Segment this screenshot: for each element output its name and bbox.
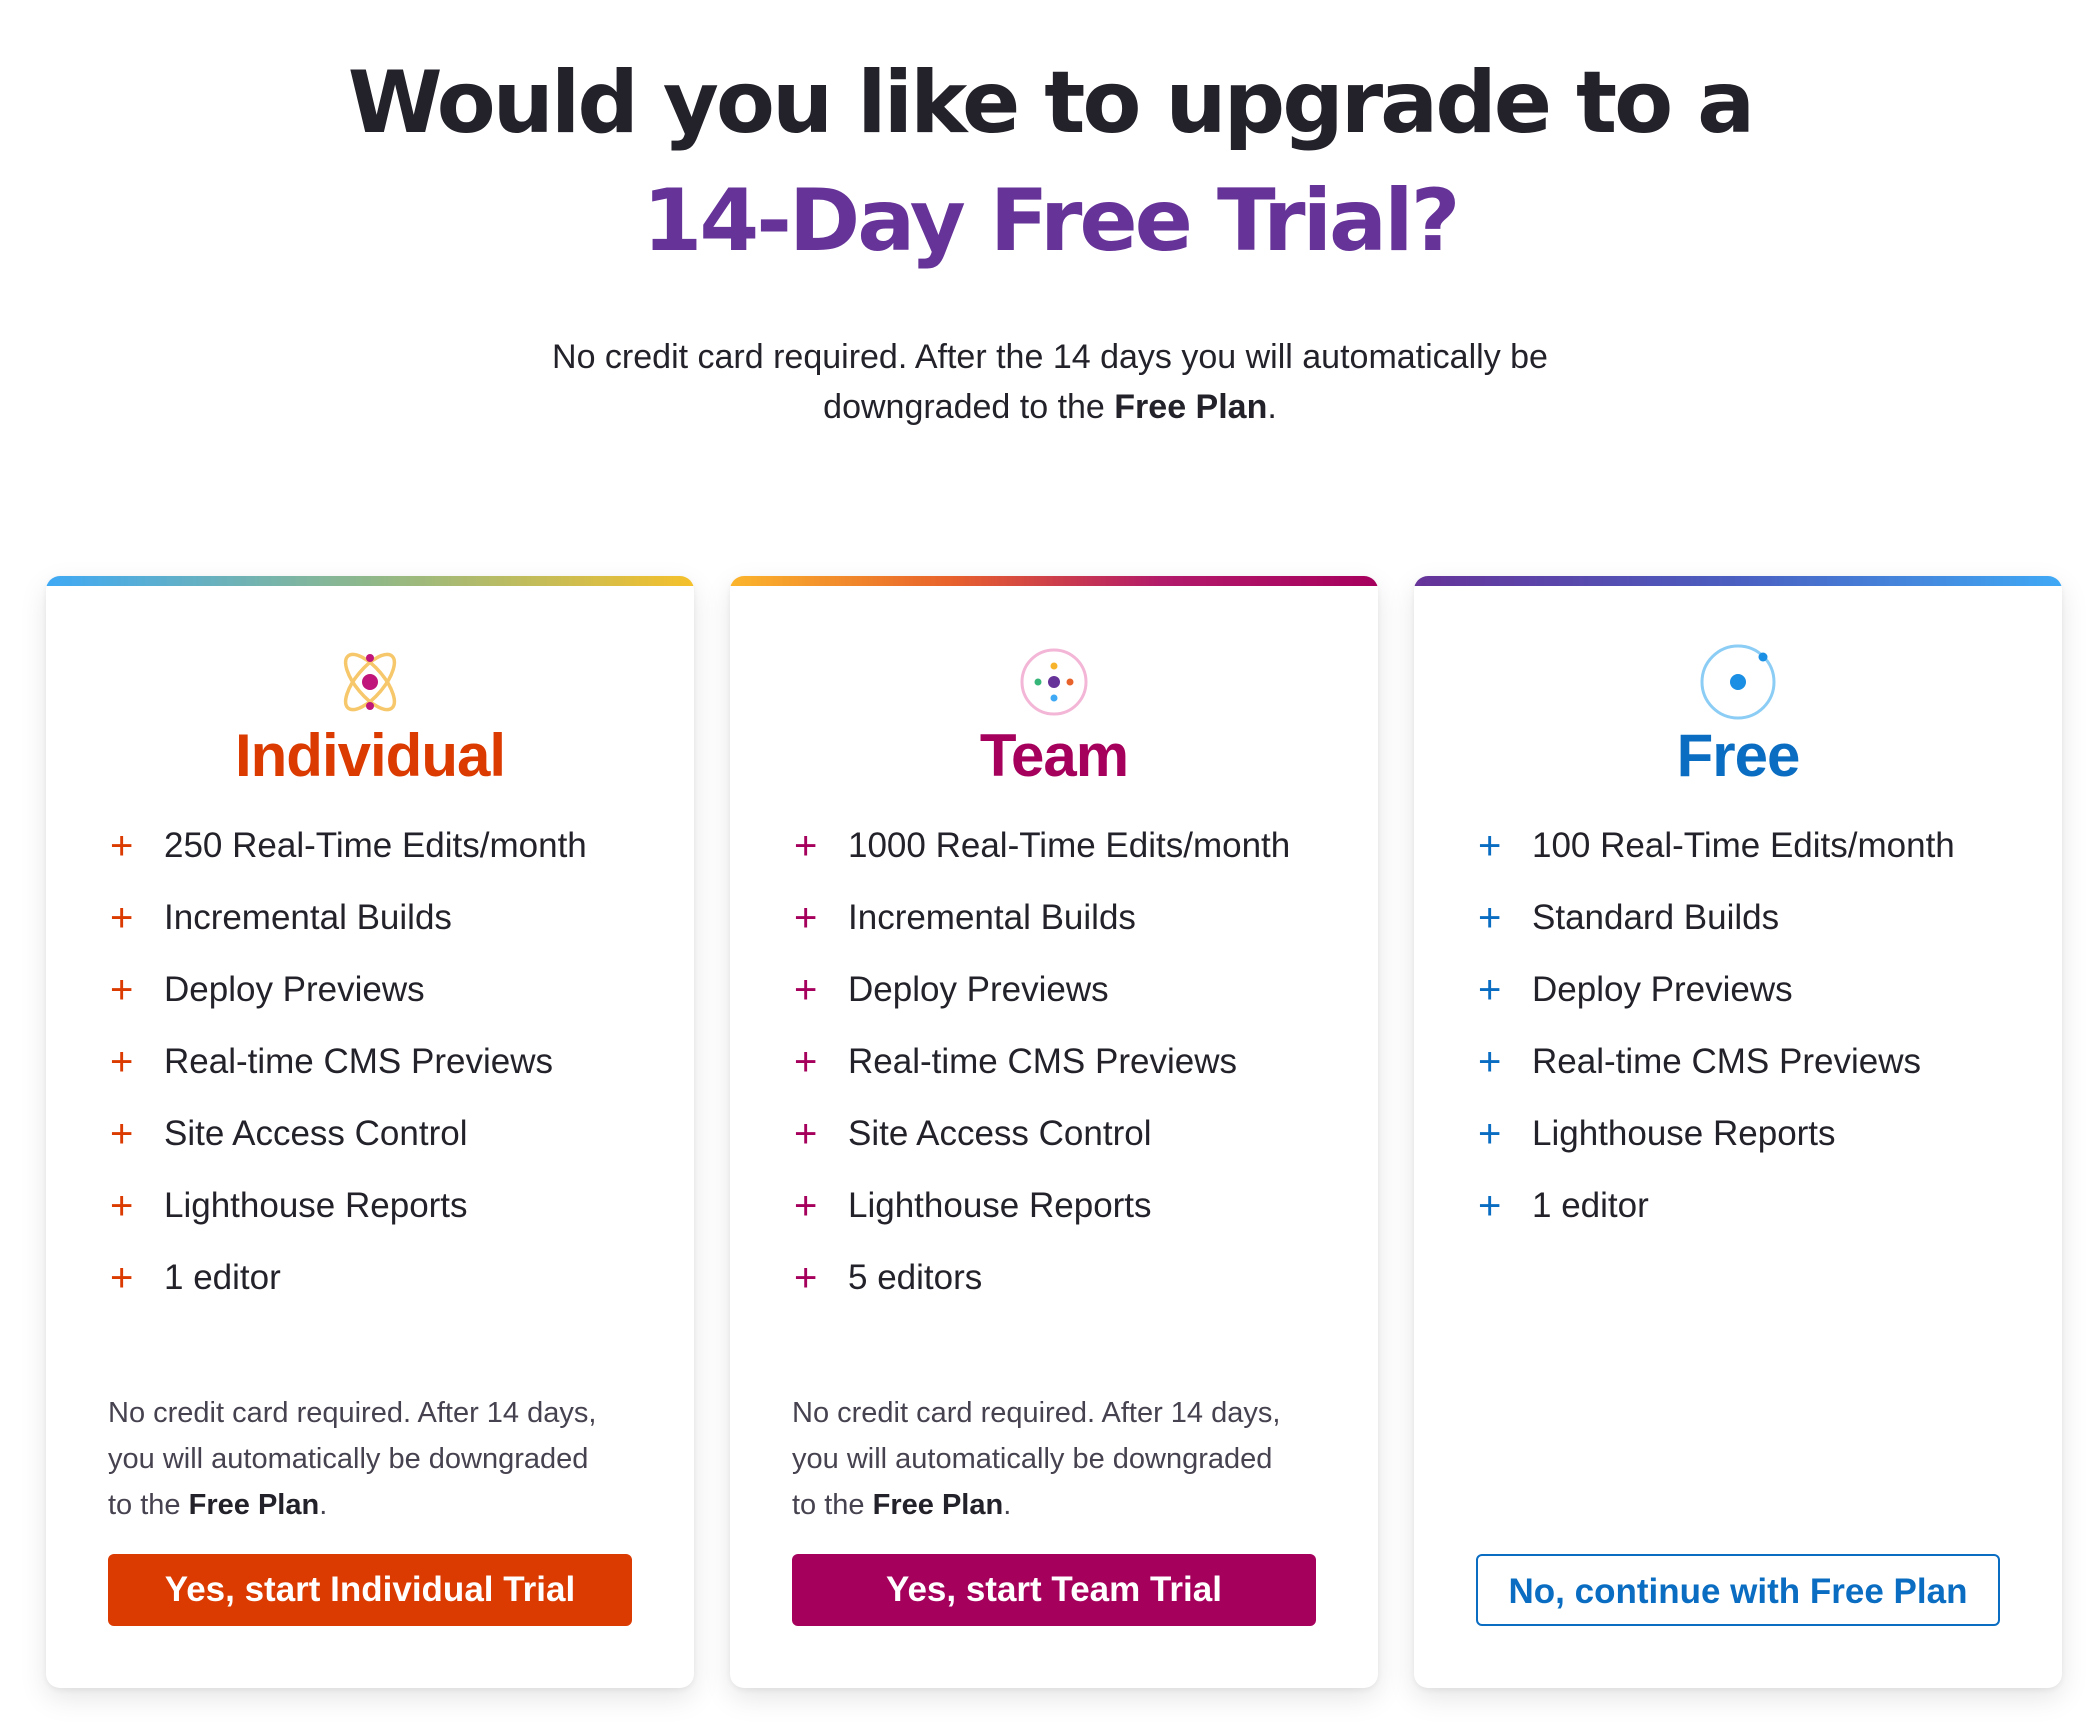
list-item: +1 editor bbox=[1478, 1170, 1955, 1242]
plus-icon: + bbox=[794, 1184, 818, 1228]
list-item: + Deploy Previews bbox=[110, 954, 587, 1026]
plan-card-individual: Individual +250 Real-Time Edits/month + I… bbox=[46, 576, 694, 1688]
trial-note-free-plan: Free Plan bbox=[188, 1489, 320, 1521]
list-item: +5 editors bbox=[794, 1242, 1290, 1314]
start-individual-trial-button[interactable]: Yes, start Individual Trial bbox=[108, 1554, 632, 1626]
subtitle-line2-text: downgraded to the bbox=[823, 388, 1115, 426]
card-gradient-bar bbox=[46, 576, 694, 586]
plus-icon: + bbox=[794, 1256, 818, 1300]
list-item: + Site Access Control bbox=[110, 1098, 587, 1170]
plan-title: Free bbox=[1676, 722, 1801, 789]
list-item: +100 Real-Time Edits/month bbox=[1478, 810, 1955, 882]
feature-label: Standard Builds bbox=[1532, 898, 1780, 937]
team-dots-icon bbox=[1020, 648, 1088, 716]
list-item: + Real-time CMS Previews bbox=[1478, 1026, 1955, 1098]
subtitle-line1: No credit card required. After the 14 da… bbox=[552, 338, 1548, 376]
feature-list: +1000 Real-Time Edits/month + Incremental… bbox=[794, 810, 1290, 1314]
subtitle-free-plan: Free Plan bbox=[1114, 388, 1268, 426]
list-item: + Lighthouse Reports bbox=[110, 1170, 587, 1242]
feature-label: Lighthouse Reports bbox=[164, 1186, 468, 1225]
trial-note-text: No credit card required. After 14 days, … bbox=[792, 1397, 1281, 1521]
trial-note-period: . bbox=[1003, 1489, 1012, 1521]
plan-card-team: Team +1000 Real-Time Edits/month + Increm… bbox=[730, 576, 1378, 1688]
feature-label: Real-time CMS Previews bbox=[1532, 1042, 1921, 1081]
feature-list: +100 Real-Time Edits/month + Standard Bui… bbox=[1478, 810, 1955, 1242]
feature-label: Site Access Control bbox=[848, 1114, 1152, 1153]
trial-note: No credit card required. After 14 days, … bbox=[792, 1390, 1292, 1528]
list-item: + Lighthouse Reports bbox=[794, 1170, 1290, 1242]
feature-label: Deploy Previews bbox=[848, 970, 1109, 1009]
feature-label: 100 Real-Time Edits/month bbox=[1532, 826, 1955, 865]
feature-label: Deploy Previews bbox=[1532, 970, 1793, 1009]
plus-icon: + bbox=[794, 824, 818, 868]
plus-icon: + bbox=[110, 1256, 134, 1300]
list-item: + Real-time CMS Previews bbox=[110, 1026, 587, 1098]
subtitle-period: . bbox=[1267, 388, 1277, 426]
plus-icon: + bbox=[794, 968, 818, 1012]
plus-icon: + bbox=[794, 1040, 818, 1084]
list-item: + Deploy Previews bbox=[1478, 954, 1955, 1026]
feature-label: 1 editor bbox=[164, 1258, 281, 1297]
headline-line2: 14-Day Free Trial? bbox=[642, 171, 1461, 271]
list-item: + Incremental Builds bbox=[110, 882, 587, 954]
trial-note-free-plan: Free Plan bbox=[872, 1489, 1004, 1521]
list-item: + Site Access Control bbox=[794, 1098, 1290, 1170]
plus-icon: + bbox=[1478, 968, 1502, 1012]
feature-label: Deploy Previews bbox=[164, 970, 425, 1009]
atom-icon bbox=[343, 652, 397, 712]
list-item: +250 Real-Time Edits/month bbox=[110, 810, 587, 882]
feature-label: 1 editor bbox=[1532, 1186, 1649, 1225]
list-item: + Lighthouse Reports bbox=[1478, 1098, 1955, 1170]
headline-line1: Would you like to upgrade to a bbox=[347, 53, 1755, 153]
feature-label: Site Access Control bbox=[164, 1114, 468, 1153]
plus-icon: + bbox=[110, 968, 134, 1012]
feature-label: 1000 Real-Time Edits/month bbox=[848, 826, 1291, 865]
feature-label: Lighthouse Reports bbox=[848, 1186, 1152, 1225]
plus-icon: + bbox=[1478, 1040, 1502, 1084]
trial-note-period: . bbox=[319, 1489, 328, 1521]
plan-title: Individual bbox=[234, 722, 506, 789]
plus-icon: + bbox=[1478, 1112, 1502, 1156]
plus-icon: + bbox=[110, 1184, 134, 1228]
plan-title: Team bbox=[979, 722, 1129, 789]
plan-card-free: Free +100 Real-Time Edits/month + Standar… bbox=[1414, 576, 2062, 1688]
list-item: + Standard Builds bbox=[1478, 882, 1955, 954]
plus-icon: + bbox=[110, 896, 134, 940]
subtitle: No credit card required. After the 14 da… bbox=[0, 332, 2100, 432]
list-item: + Deploy Previews bbox=[794, 954, 1290, 1026]
feature-list: +250 Real-Time Edits/month + Incremental … bbox=[110, 810, 587, 1314]
list-item: +1 editor bbox=[110, 1242, 587, 1314]
continue-free-plan-button[interactable]: No, continue with Free Plan bbox=[1476, 1554, 2000, 1626]
plus-icon: + bbox=[1478, 1184, 1502, 1228]
orbit-icon bbox=[1700, 644, 1776, 720]
feature-label: Real-time CMS Previews bbox=[848, 1042, 1237, 1081]
plus-icon: + bbox=[110, 824, 134, 868]
trial-note: No credit card required. After 14 days, … bbox=[108, 1390, 608, 1528]
card-gradient-bar bbox=[1414, 576, 2062, 586]
feature-label: 250 Real-Time Edits/month bbox=[164, 826, 587, 865]
plus-icon: + bbox=[794, 896, 818, 940]
trial-note-text: No credit card required. After 14 days, … bbox=[108, 1397, 597, 1521]
plus-icon: + bbox=[1478, 824, 1502, 868]
plus-icon: + bbox=[110, 1040, 134, 1084]
plus-icon: + bbox=[794, 1112, 818, 1156]
list-item: +1000 Real-Time Edits/month bbox=[794, 810, 1290, 882]
feature-label: Incremental Builds bbox=[848, 898, 1136, 937]
card-gradient-bar bbox=[730, 576, 1378, 586]
start-team-trial-button[interactable]: Yes, start Team Trial bbox=[792, 1554, 1316, 1626]
feature-label: 5 editors bbox=[848, 1258, 983, 1297]
feature-label: Incremental Builds bbox=[164, 898, 452, 937]
list-item: + Incremental Builds bbox=[794, 882, 1290, 954]
feature-label: Lighthouse Reports bbox=[1532, 1114, 1836, 1153]
plus-icon: + bbox=[110, 1112, 134, 1156]
list-item: + Real-time CMS Previews bbox=[794, 1026, 1290, 1098]
feature-label: Real-time CMS Previews bbox=[164, 1042, 553, 1081]
plus-icon: + bbox=[1478, 896, 1502, 940]
